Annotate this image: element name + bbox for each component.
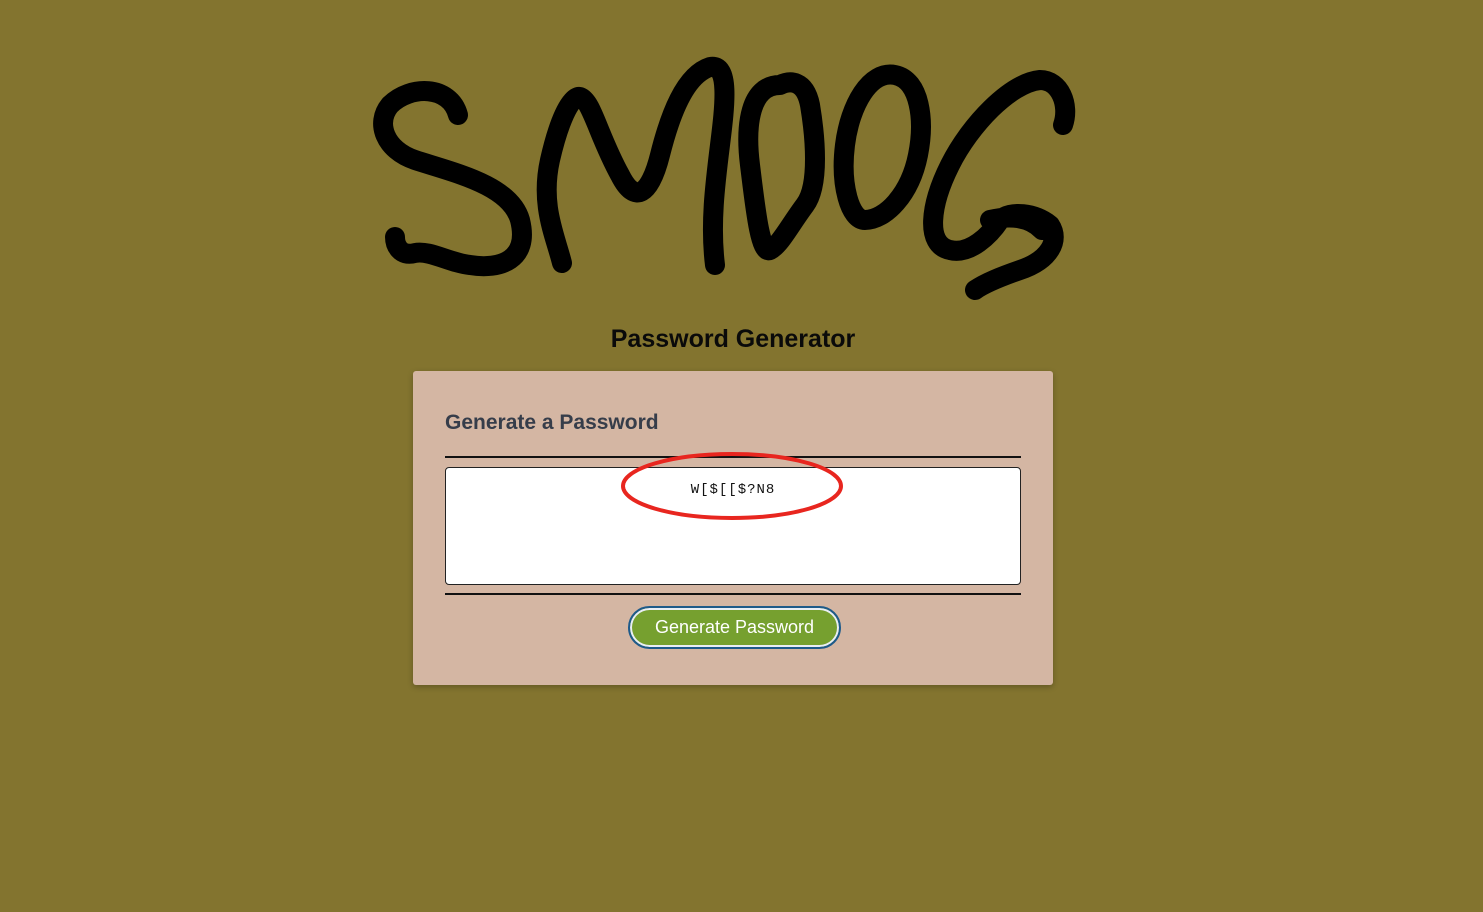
generate-password-button[interactable]: Generate Password [628,606,841,649]
card-divider-top [445,456,1021,458]
password-output-textarea[interactable]: W[$[[$?N8 [445,467,1021,585]
smoog-logo-icon [370,45,1090,305]
card-header: Generate a Password [445,411,659,434]
password-card: Generate a Password W[$[[$?N8 Generate P… [413,371,1053,685]
page-title: Password Generator [610,325,856,353]
card-divider-bottom [445,593,1021,595]
